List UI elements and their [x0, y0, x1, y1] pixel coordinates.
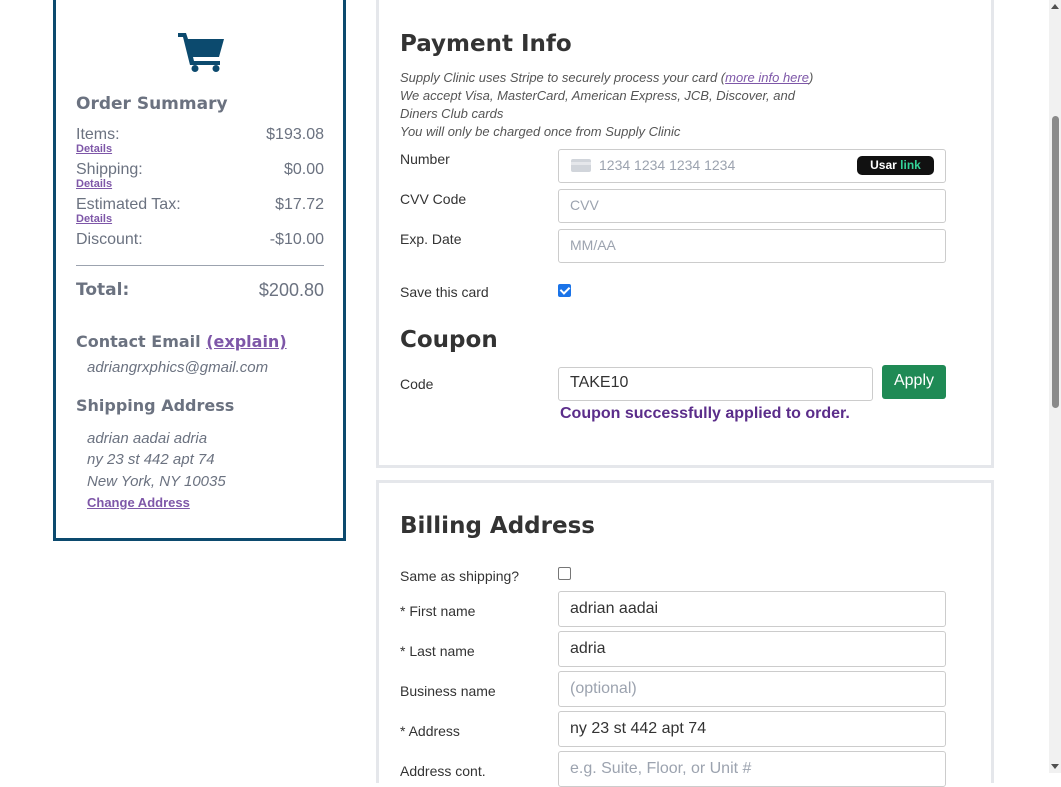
items-label: Items: — [76, 126, 120, 143]
stripe-note-line-2: We accept Visa, MasterCard, American Exp… — [400, 88, 795, 103]
items-details-link[interactable]: Details — [76, 143, 112, 155]
payment-panel: Payment Info Supply Clinic uses Stripe t… — [376, 0, 994, 468]
coupon-title: Coupon — [400, 327, 498, 353]
contact-email-title: Contact Email — [76, 332, 201, 351]
credit-card-icon — [571, 159, 591, 172]
tax-value: $17.72 — [275, 196, 324, 213]
scrollbar-thumb[interactable] — [1052, 116, 1059, 408]
scroll-up-arrow-icon[interactable] — [1051, 4, 1059, 9]
address-line-1: adrian aadai adria — [87, 430, 208, 447]
discount-value: -$10.00 — [269, 231, 324, 248]
cvv-input[interactable]: CVV — [558, 189, 946, 223]
card-number-input[interactable]: 1234 1234 1234 1234 Usar link — [558, 149, 946, 183]
stripe-note-line-1: Supply Clinic uses Stripe to securely pr… — [400, 69, 813, 87]
contact-email-heading: Contact Email (explain) — [76, 332, 287, 351]
coupon-success-message: Coupon successfully applied to order. — [560, 405, 850, 422]
last-name-input[interactable]: adria — [558, 631, 946, 667]
total-value: $200.80 — [258, 280, 324, 300]
last-name-label: * Last name — [400, 643, 475, 659]
stripe-note-close: ) — [808, 70, 814, 85]
explain-link[interactable]: (explain) — [206, 332, 286, 351]
scroll-down-arrow-icon[interactable] — [1051, 764, 1059, 769]
shipping-details-link[interactable]: Details — [76, 178, 112, 190]
shipping-address-heading: Shipping Address — [76, 396, 235, 415]
exp-date-label: Exp. Date — [400, 231, 462, 247]
shipping-label: Shipping: — [76, 161, 143, 178]
order-summary-panel: Order Summary Items: $193.08 Details Shi… — [53, 0, 346, 541]
contact-email-value: adriangrxphics@gmail.com — [87, 359, 269, 376]
change-address-link[interactable]: Change Address — [87, 495, 190, 510]
link-badge-text: Usar — [870, 158, 897, 172]
payment-info-title: Payment Info — [400, 31, 572, 57]
summary-divider — [76, 265, 324, 266]
tax-label: Estimated Tax: — [76, 196, 181, 213]
first-name-label: * First name — [400, 603, 476, 619]
address-line-2: ny 23 st 442 apt 74 — [87, 451, 215, 468]
stripe-note: Supply Clinic uses Stripe to securely pr… — [400, 69, 813, 141]
cvv-label: CVV Code — [400, 191, 467, 207]
business-name-label: Business name — [400, 683, 496, 699]
same-as-shipping-label: Same as shipping? — [400, 568, 520, 584]
business-name-input[interactable]: (optional) — [558, 671, 946, 707]
exp-date-input[interactable]: MM/AA — [558, 229, 946, 263]
address-input[interactable]: ny 23 st 442 apt 74 — [558, 711, 946, 747]
save-card-label: Save this card — [400, 284, 489, 300]
discount-label: Discount: — [76, 231, 143, 248]
shipping-value: $0.00 — [283, 161, 324, 178]
billing-panel: Billing Address Same as shipping? * Firs… — [376, 480, 994, 787]
address-line-3: New York, NY 10035 — [87, 473, 226, 490]
link-badge-brand: link — [900, 158, 921, 172]
billing-address-title: Billing Address — [400, 513, 595, 539]
order-summary-title: Order Summary — [76, 94, 228, 114]
coupon-code-input[interactable]: TAKE10 — [558, 367, 873, 401]
items-value: $193.08 — [266, 126, 324, 143]
card-number-label: Number — [400, 151, 450, 167]
address-label: * Address — [400, 723, 460, 739]
address-cont-input[interactable]: e.g. Suite, Floor, or Unit # — [558, 751, 946, 787]
shopping-cart-icon — [178, 33, 224, 72]
save-card-checkbox[interactable] — [558, 284, 571, 297]
more-info-link[interactable]: more info here — [725, 70, 809, 85]
link-autofill-button[interactable]: Usar link — [857, 156, 934, 175]
coupon-code-label: Code — [400, 376, 434, 392]
stripe-note-text: Supply Clinic uses Stripe to securely pr… — [400, 70, 726, 85]
total-label: Total: — [76, 280, 130, 300]
page-scrollbar[interactable] — [1049, 0, 1061, 773]
stripe-note-line-3: Diners Club cards — [400, 106, 504, 121]
stripe-note-line-4: You will only be charged once from Suppl… — [400, 124, 681, 139]
card-number-placeholder: 1234 1234 1234 1234 — [599, 157, 736, 173]
first-name-input[interactable]: adrian aadai — [558, 591, 946, 627]
apply-coupon-button[interactable]: Apply — [882, 365, 946, 399]
same-as-shipping-checkbox[interactable] — [558, 567, 571, 580]
address-cont-label: Address cont. — [400, 763, 486, 779]
tax-details-link[interactable]: Details — [76, 213, 112, 225]
